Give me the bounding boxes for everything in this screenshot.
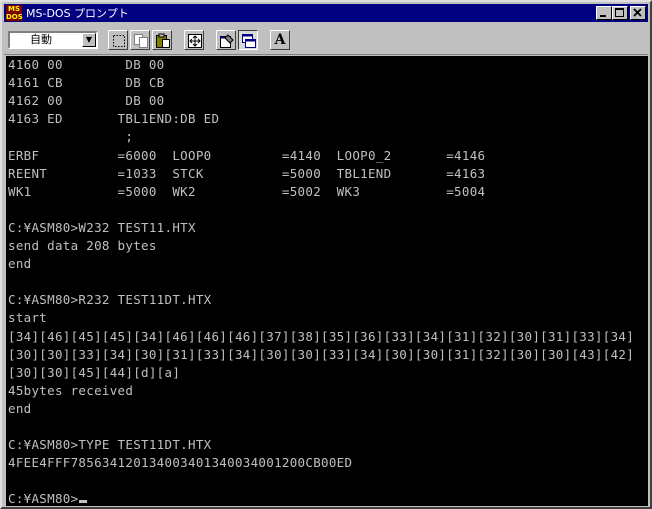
terminal-line: [30][30][45][44][d][a]	[8, 364, 181, 380]
terminal-line: 45bytes received	[8, 382, 134, 398]
close-icon	[633, 8, 642, 17]
terminal-screen[interactable]: 4160 00 DB 00 4161 CB DB CB 4162 00 DB 00 4…	[6, 56, 648, 506]
terminal-line: end	[8, 400, 32, 416]
terminal-line: 4162 00 DB 00	[8, 93, 165, 109]
terminal-line: 4163 ED TBL1END:DB ED	[8, 111, 220, 127]
terminal-line: [34][46][45][45][34][46][46][46][37][38]…	[8, 328, 635, 344]
maximize-icon	[615, 8, 624, 17]
terminal-line: C:¥ASM80>TYPE TEST11DT.HTX	[8, 437, 212, 453]
mark-button[interactable]	[108, 30, 128, 50]
terminal-line: WK1 =5000 WK2 =5002 WK3 =5004	[8, 183, 486, 199]
terminal-line: ;	[8, 129, 134, 145]
text-cursor	[79, 500, 88, 504]
ms-dos-icon[interactable]: MS DOS	[6, 5, 23, 21]
copy-icon	[134, 34, 148, 48]
background-button[interactable]	[238, 30, 258, 50]
font-size-value: 自動	[30, 33, 52, 46]
copy-button[interactable]	[130, 30, 150, 50]
terminal-line: end	[8, 256, 32, 272]
maximize-button[interactable]	[612, 6, 628, 20]
window-title: MS-DOS プロンプト	[26, 7, 129, 20]
toolbar: 自動 ▼ A	[4, 24, 648, 55]
terminal-line: REENT =1033 STCK =5000 TBL1END =4163	[8, 165, 486, 181]
terminal-line: [30][30][33][34][30][31][33][34][30][30]…	[8, 346, 635, 362]
terminal-line: ERBF =6000 LOOP0 =4140 LOOP0_2 =4146	[8, 147, 486, 163]
fullscreen-icon	[188, 34, 202, 48]
close-button[interactable]	[630, 6, 646, 20]
properties-button[interactable]	[216, 30, 236, 50]
minimize-button[interactable]	[596, 6, 612, 20]
terminal-line: 4161 CB DB CB	[8, 75, 165, 91]
font-icon: A	[274, 32, 286, 48]
properties-icon	[220, 34, 234, 48]
paste-icon	[156, 33, 170, 48]
terminal-line: start	[8, 310, 48, 326]
background-icon	[242, 34, 256, 48]
terminal-line: C:¥ASM80>	[8, 490, 88, 506]
title-bar[interactable]: MS DOS MS-DOS プロンプト	[4, 4, 648, 22]
ms-dos-window: MS DOS MS-DOS プロンプト 自動 ▼ A 4160 00 DB 00…	[0, 0, 652, 509]
terminal-line: C:¥ASM80>R232 TEST11DT.HTX	[8, 292, 212, 308]
terminal-line: C:¥ASM80>W232 TEST11.HTX	[8, 219, 196, 235]
chevron-down-icon[interactable]: ▼	[82, 33, 96, 47]
terminal-line: 4160 00 DB 00	[8, 57, 165, 72]
fullscreen-button[interactable]	[184, 30, 204, 50]
paste-button[interactable]	[152, 30, 172, 50]
terminal-line: send data 208 bytes	[8, 238, 157, 253]
mark-icon	[113, 35, 125, 47]
terminal-line: 4FEE4FFF785634120134003401340034001200CB…	[8, 455, 353, 471]
font-button[interactable]: A	[270, 30, 290, 50]
minimize-icon	[600, 15, 606, 17]
font-size-select[interactable]: 自動 ▼	[8, 31, 98, 49]
